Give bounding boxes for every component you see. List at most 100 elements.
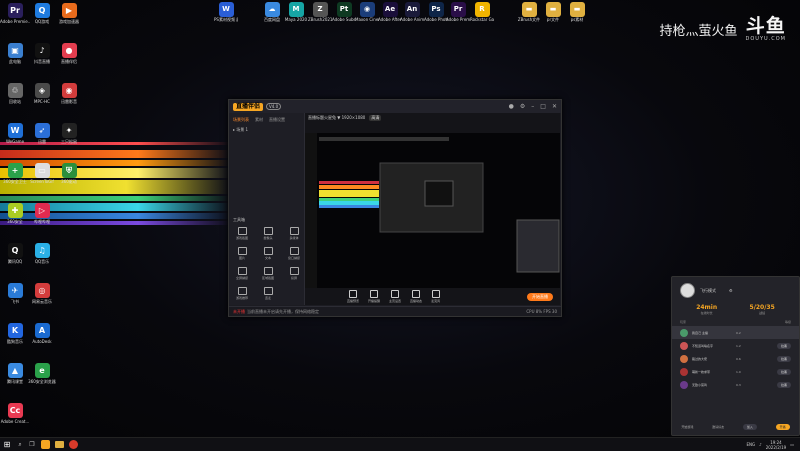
start-button[interactable]: ⊞ [0, 438, 14, 451]
list-item[interactable]: 无敌小菜鸡 0.3 拉黑 [672, 378, 799, 391]
block-button[interactable]: 拉黑 [776, 342, 791, 349]
desktop-icon[interactable]: e 360安全浏览器 [27, 363, 57, 384]
app-icon: ✚ [7, 203, 23, 218]
block-button[interactable]: 拉黑 [776, 355, 791, 362]
minimize-icon[interactable]: – [531, 103, 534, 110]
maximize-icon[interactable]: □ [540, 103, 546, 110]
tab-scene-list[interactable]: 场景列表 [233, 117, 249, 123]
taskbar-app-streaming[interactable] [38, 438, 52, 451]
block-button[interactable]: 拉黑 [776, 381, 791, 388]
desktop-icon[interactable]: ♲ 回收站 [0, 83, 30, 104]
btn-mic[interactable]: 麦克风 [431, 290, 440, 303]
desktop-icon[interactable]: ♪ 抖音直播 [27, 43, 57, 64]
stream-title[interactable]: 直播标题火星兔 ▼ 1920×1080 [308, 115, 365, 121]
desktop-icon[interactable]: ✚ 360安全 [0, 203, 30, 224]
tool-button[interactable]: 全屏捕捉 [233, 267, 251, 280]
desktop-icon[interactable]: ▬ ps素材 [565, 2, 589, 22]
stream-preview[interactable] [305, 133, 560, 288]
tab-assets[interactable]: 素材 [255, 117, 263, 123]
search-icon[interactable]: ⌕ [14, 438, 26, 451]
desktop-icon[interactable]: ▬ ZBrush文件 [517, 2, 541, 22]
desktop-icon[interactable]: ⛨ 360驱动 [54, 163, 84, 184]
desktop-icon[interactable]: ▣ 此电脑 [0, 43, 30, 64]
taskbar-app-folder[interactable] [52, 438, 66, 451]
list-item[interactable]: 我自己 主播 0.2 [672, 326, 799, 339]
list-item[interactable]: 路过的大佬 0.6 拉黑 [672, 352, 799, 365]
desktop-icon[interactable]: Q 腾讯QQ [0, 243, 30, 264]
desktop-icon[interactable]: ◉ 迅雷影音 [54, 83, 84, 104]
desktop-icon[interactable]: ● 直播伴侣 [54, 43, 84, 64]
desktop-icon[interactable]: K 酷狗音乐 [0, 323, 30, 344]
desktop-icon[interactable]: ◉Maxon Cinema 4... [355, 2, 379, 22]
tool-button[interactable]: 窗口捕捉 [285, 247, 303, 260]
tool-button[interactable]: 摄像头 [259, 227, 277, 240]
desktop-icon[interactable]: ☁ 百度网盘 [260, 2, 284, 22]
start-live-button[interactable]: 开始直播 [527, 293, 553, 301]
desktop-icon[interactable]: W WeGame [0, 123, 30, 144]
desktop-icon[interactable]: ◎ 网易云音乐 [27, 283, 57, 304]
tool-button[interactable]: 多媒体 [285, 227, 303, 240]
tool-button[interactable]: 游戏截图 [233, 227, 251, 240]
desktop-icon[interactable]: WPS素材视频 展示.doc [214, 2, 238, 22]
desktop-icon[interactable]: ▶ 游戏加速器 [54, 3, 84, 24]
desktop-icon[interactable]: ✦ 三只松鼠 [54, 123, 84, 144]
tool-button[interactable]: 连麦 [259, 287, 277, 300]
notification-icon[interactable]: ▭ [790, 442, 794, 447]
volume-icon[interactable]: ♪ [759, 442, 762, 447]
stat-record: 5/20/35 战绩 [750, 304, 775, 315]
settings-icon[interactable]: ⚙ [729, 288, 733, 293]
quality-pill[interactable]: 高清 [369, 114, 382, 121]
desktop-icon[interactable]: ♫ QQ音乐 [27, 243, 57, 264]
desktop-icon[interactable]: M Maya 2020 [284, 2, 308, 22]
desktop-icon[interactable]: PrAdobe Premie... [0, 3, 30, 24]
btn-preview[interactable]: 直播预览 [347, 290, 359, 303]
desktop-icon[interactable]: ✈ 飞书 [0, 283, 30, 304]
user-avatar-icon[interactable]: ● [509, 103, 514, 110]
window-titlebar[interactable]: 直播伴侣 V4.0 ● ⚙ – □ ✕ [229, 100, 561, 113]
tool-button[interactable]: 区域截图 [259, 267, 277, 280]
desktop-icon[interactable]: RRockstar Games... [470, 2, 494, 22]
desktop-icon[interactable]: ▷ 哔哩哔哩 [27, 203, 57, 224]
tool-button[interactable]: 投屏 [285, 267, 303, 280]
desktop-icon[interactable]: PrAdobe Premie... [446, 2, 470, 22]
desktop-icon[interactable]: AeAdobe After Effects 2020 [378, 2, 402, 22]
btn-home-settings[interactable]: 主页设置 [389, 290, 401, 303]
desktop-icon[interactable]: ▭ ScreenToGif [27, 163, 57, 184]
block-button[interactable]: 拉黑 [776, 368, 791, 375]
desktop-icon[interactable]: ◈ MPC-HC [27, 83, 57, 104]
close-icon[interactable]: ✕ [552, 103, 557, 110]
player-name: 路过的大佬 [692, 356, 708, 361]
tab-live-settings[interactable]: 直播设置 [269, 117, 285, 123]
desktop-icon[interactable]: AnAdobe Anima... [400, 2, 424, 22]
tool-button[interactable]: 图片 [233, 247, 251, 260]
join-button[interactable]: 加入 [742, 424, 757, 430]
btn-reminder[interactable]: 开播提醒 [368, 290, 380, 303]
tool-button[interactable]: 游戏推荐 [233, 287, 251, 300]
desktop-icon[interactable]: ➶ 迅雷 [27, 123, 57, 144]
start-game-button[interactable]: 开始游戏 [681, 425, 693, 429]
list-item[interactable]: 萌新一枚求带 1.0 拉黑 [672, 365, 799, 378]
tray-language[interactable]: ENG [747, 442, 756, 447]
desktop-icon[interactable]: Z ZBrush2021 [308, 2, 332, 22]
task-view-icon[interactable]: ❐ [26, 438, 38, 451]
desktop-icon[interactable]: ▲ 腾讯课堂 [0, 363, 30, 384]
desktop-icon[interactable]: Q QQ游戏 [27, 3, 57, 24]
desktop-icon[interactable]: +360安全卫士 [0, 163, 30, 184]
taskbar-app-browser[interactable] [66, 438, 80, 451]
invite-friends-button[interactable]: 邀请好友 [712, 425, 724, 429]
player-name: 萌新一枚求带 [692, 369, 711, 374]
clock[interactable]: 19:24 2022/2/19 [766, 440, 787, 450]
desktop-icon[interactable]: PtAdobe Substan... [332, 2, 356, 22]
settings-icon[interactable]: ⚙ [520, 103, 525, 110]
avatar[interactable] [680, 283, 695, 298]
list-item[interactable]: 不知道叫啥名字 1.2 拉黑 [672, 339, 799, 352]
scene-item[interactable]: ▸ 场景 1 [229, 127, 304, 133]
desktop-icon[interactable]: ▬ pr文件 [541, 2, 565, 22]
desktop-icon[interactable]: Cc Adobe Creat... [0, 403, 30, 424]
tool-button[interactable]: 文本 [259, 247, 277, 260]
desktop-icon[interactable]: PsAdobe Photosh... [424, 2, 448, 22]
desktop-icon[interactable]: A AutoDesk [27, 323, 57, 344]
streaming-app-window[interactable]: 直播伴侣 V4.0 ● ⚙ – □ ✕ 场景列表 素材 直播设置 ▸ 场景 1 … [228, 99, 562, 317]
go-live-button[interactable]: 开播 [775, 424, 790, 430]
btn-feed[interactable]: 直播动态 [410, 290, 422, 303]
